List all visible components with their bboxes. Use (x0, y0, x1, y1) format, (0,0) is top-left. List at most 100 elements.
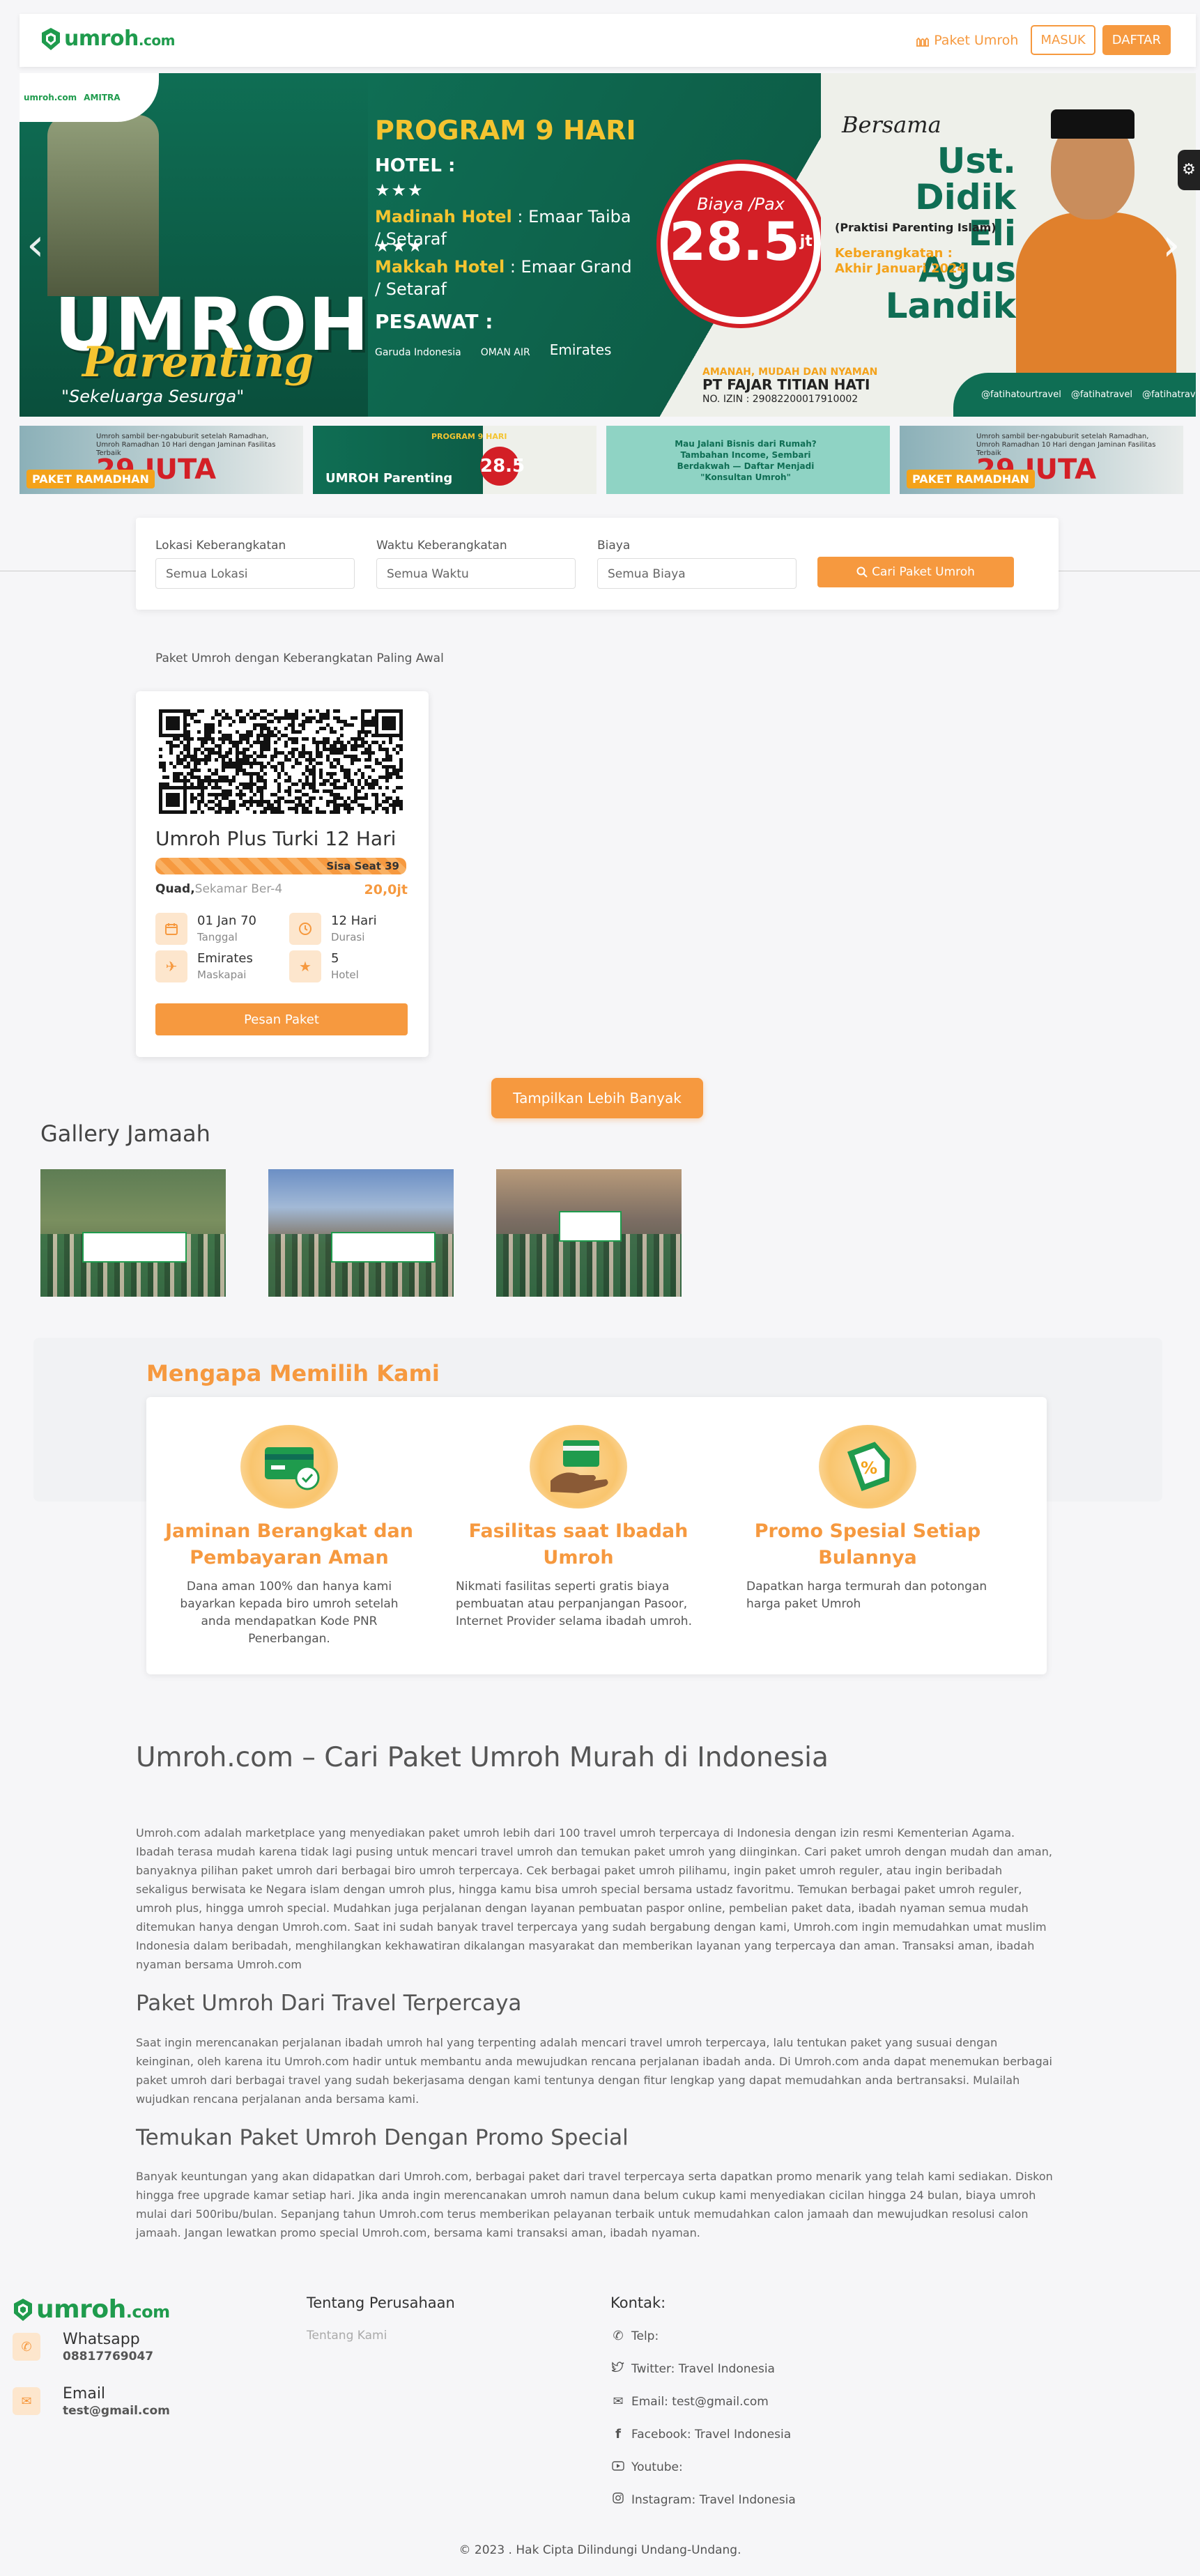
kontak-email-text: Email: test@gmail.com (631, 2394, 769, 2409)
hero-banner[interactable]: umroh.com AMITRA UMROH Parenting "Sekelu… (20, 73, 1196, 417)
gallery-title: Gallery Jamaah (40, 1120, 210, 1147)
thumbnail-text: PROGRAM 9 HARI (431, 432, 507, 441)
package-qr-image (159, 709, 403, 814)
carousel-thumbnails: Umroh sambil ber-ngabuburit setelah Rama… (20, 426, 1200, 494)
search-panel: Lokasi Keberangkatan Semua Lokasi Waktu … (136, 518, 1059, 610)
kontak-twitter-text: Twitter: Travel Indonesia (631, 2361, 775, 2376)
lokasi-field: Lokasi Keberangkatan Semua Lokasi (155, 539, 355, 589)
lokasi-select[interactable]: Semua Lokasi (155, 558, 355, 589)
why-title: Mengapa Memilih Kami (146, 1360, 440, 1387)
hero-keberangkatan: Keberangkatan : Akhir Januari 2024 (835, 246, 966, 277)
paket-title: Umroh Plus Turki 12 Hari (155, 827, 397, 850)
thumbnail-slide[interactable]: PROGRAM 9 HARI 28.5 UMROH Parenting (313, 426, 597, 494)
info-hotel: ★ 5 Hotel (289, 950, 359, 982)
hero-pesawat-label: PESAWAT : (375, 310, 493, 333)
paket-price: 20,0jt (364, 882, 408, 897)
airline-garuda: Garuda Indonesia (375, 347, 461, 358)
tentang-kami-link[interactable]: Tentang Kami (307, 2329, 387, 2343)
kontak-youtube[interactable]: Youtube: (610, 2460, 683, 2474)
hero-hotel-label: HOTEL : (375, 155, 456, 176)
hero-praktisi-label: (Praktisi Parenting Islam) (835, 221, 997, 234)
madinah-stars: ★★★ (375, 180, 424, 200)
durasi-value: 12 Hari (331, 913, 377, 928)
biaya-select[interactable]: Semua Biaya (597, 558, 797, 589)
thumbnail-badge: PAKET RAMADHAN (26, 470, 155, 488)
email-label: Email (63, 2385, 106, 2403)
tanggal-label: Tanggal (197, 931, 238, 943)
clock-tower-image (47, 115, 159, 296)
footer-email[interactable]: ✉ Email test@gmail.com (13, 2384, 170, 2418)
nav-paket-label: Paket Umroh (934, 32, 1019, 48)
maskapai-label: Maskapai (197, 969, 247, 981)
kontak-email[interactable]: ✉ Email: test@gmail.com (610, 2394, 769, 2409)
hero-tagline: "Sekeluarga Sesurga" (61, 387, 245, 406)
hero-program-title: PROGRAM 9 HARI (375, 115, 636, 146)
thumbnail-badge: PAKET RAMADHAN (907, 470, 1035, 488)
thumbnail-slide[interactable]: Umroh sambil ber-ngabuburit setelah Rama… (20, 426, 303, 494)
hotel-label: Hotel (331, 969, 359, 981)
hero-izin-number: NO. IZIN : 29082200017910002 (702, 394, 859, 405)
feature-title: Fasilitas saat Ibadah Umroh (468, 1520, 689, 1568)
svg-text:%: % (861, 1458, 877, 1478)
phone-icon: ✆ (613, 2329, 624, 2343)
nav-paket-umroh-link[interactable]: Paket Umroh (916, 33, 1018, 48)
carousel-next-icon[interactable]: › (1162, 223, 1180, 268)
info-durasi: 12 Hari Durasi (289, 913, 377, 945)
feature-desc: Nikmati fasilitas seperti gratis biaya p… (456, 1580, 692, 1628)
article-title: Umroh.com – Cari Paket Umroh Murah di In… (136, 1742, 829, 1773)
tampilkan-lebih-banyak-button[interactable]: Tampilkan Lebih Banyak (491, 1078, 703, 1118)
settings-gear-icon[interactable]: ⚙ (1178, 150, 1200, 190)
kontak-youtube-text: Youtube: (631, 2460, 683, 2474)
feature-jaminan: Jaminan Berangkat dan Pembayaran Aman Da… (164, 1425, 415, 1648)
carousel-prev-icon[interactable]: ‹ (26, 223, 45, 268)
plane-icon: ✈ (155, 950, 187, 982)
thumbnail-slide[interactable]: Umroh sambil ber-ngabuburit setelah Rama… (900, 426, 1183, 494)
partner-logo-umroh: umroh.com (24, 93, 77, 102)
feature-promo: % Promo Spesial Setiap Bulannya Dapatkan… (742, 1425, 993, 1613)
kontak-twitter[interactable]: Twitter: Travel Indonesia (610, 2361, 775, 2376)
gallery-photo[interactable] (496, 1169, 682, 1297)
masuk-button[interactable]: MASUK (1031, 25, 1095, 55)
mail-icon: ✉ (13, 2387, 40, 2415)
logo-shield-icon (42, 27, 60, 50)
hero-parenting-title: Parenting (82, 338, 314, 387)
whatsapp-label: Whatsapp (63, 2331, 140, 2348)
airline-oman: OMAN AIR (480, 347, 530, 358)
article-subtitle: Temukan Paket Umroh Dengan Promo Special (136, 2125, 629, 2150)
secure-card-icon (240, 1425, 338, 1509)
thumbnail-text: Mau Jalani Bisnis dari Rumah? Tambahan I… (675, 439, 817, 482)
footer-whatsapp[interactable]: ✆ Whatsapp 08817769047 (13, 2330, 153, 2363)
waktu-select[interactable]: Semua Waktu (376, 558, 576, 589)
daftar-button[interactable]: DAFTAR (1102, 25, 1171, 55)
social-tiktok: @fatihatourtravel (981, 390, 1061, 400)
social-facebook: @fatihatravel (1141, 390, 1196, 400)
room-type-bold: Quad, (155, 882, 195, 896)
kontak-instagram-text: Instagram: Travel Indonesia (631, 2492, 796, 2507)
kontak-telp[interactable]: ✆ Telp: (610, 2329, 659, 2343)
footer-logo-text: umroh (36, 2295, 126, 2324)
footer-logo[interactable]: umroh.com (13, 2295, 170, 2324)
waktu-label: Waktu Keberangkatan (376, 539, 507, 553)
instagram-icon (610, 2492, 626, 2507)
kontak-instagram[interactable]: Instagram: Travel Indonesia (610, 2492, 796, 2507)
site-logo[interactable]: umroh.com (40, 26, 175, 51)
paket-card[interactable]: Umroh Plus Turki 12 Hari Sisa Seat 39 Qu… (136, 691, 429, 1057)
info-maskapai: ✈ Emirates Maskapai (155, 950, 253, 982)
email-value: test@gmail.com (63, 2404, 170, 2418)
pesan-paket-button[interactable]: Pesan Paket (155, 1003, 408, 1035)
price-badge-amount: 28.5 (669, 210, 800, 272)
article-paragraph: Saat ingin merencanakan perjalanan ibada… (136, 2036, 1052, 2106)
makkah-stars: ★★★ (375, 236, 424, 256)
kontak-facebook[interactable]: f Facebook: Travel Indonesia (610, 2427, 791, 2442)
partner-logo-amitra: AMITRA (84, 93, 121, 102)
gallery-photo[interactable] (268, 1169, 454, 1297)
hero-social-strip: @fatihatourtravel @fatihatravel @fatihat… (953, 373, 1196, 417)
footer-kontak-title: Kontak: (610, 2295, 666, 2311)
hand-card-icon (530, 1425, 627, 1509)
thumbnail-slide[interactable]: Mau Jalani Bisnis dari Rumah? Tambahan I… (606, 426, 890, 494)
gallery-photo[interactable] (40, 1169, 226, 1297)
social-instagram: @fatihatravel (1070, 390, 1132, 400)
logo-suffix: .com (138, 32, 176, 49)
airline-emirates: Emirates (549, 341, 612, 358)
cari-paket-button[interactable]: Cari Paket Umroh (817, 557, 1014, 587)
